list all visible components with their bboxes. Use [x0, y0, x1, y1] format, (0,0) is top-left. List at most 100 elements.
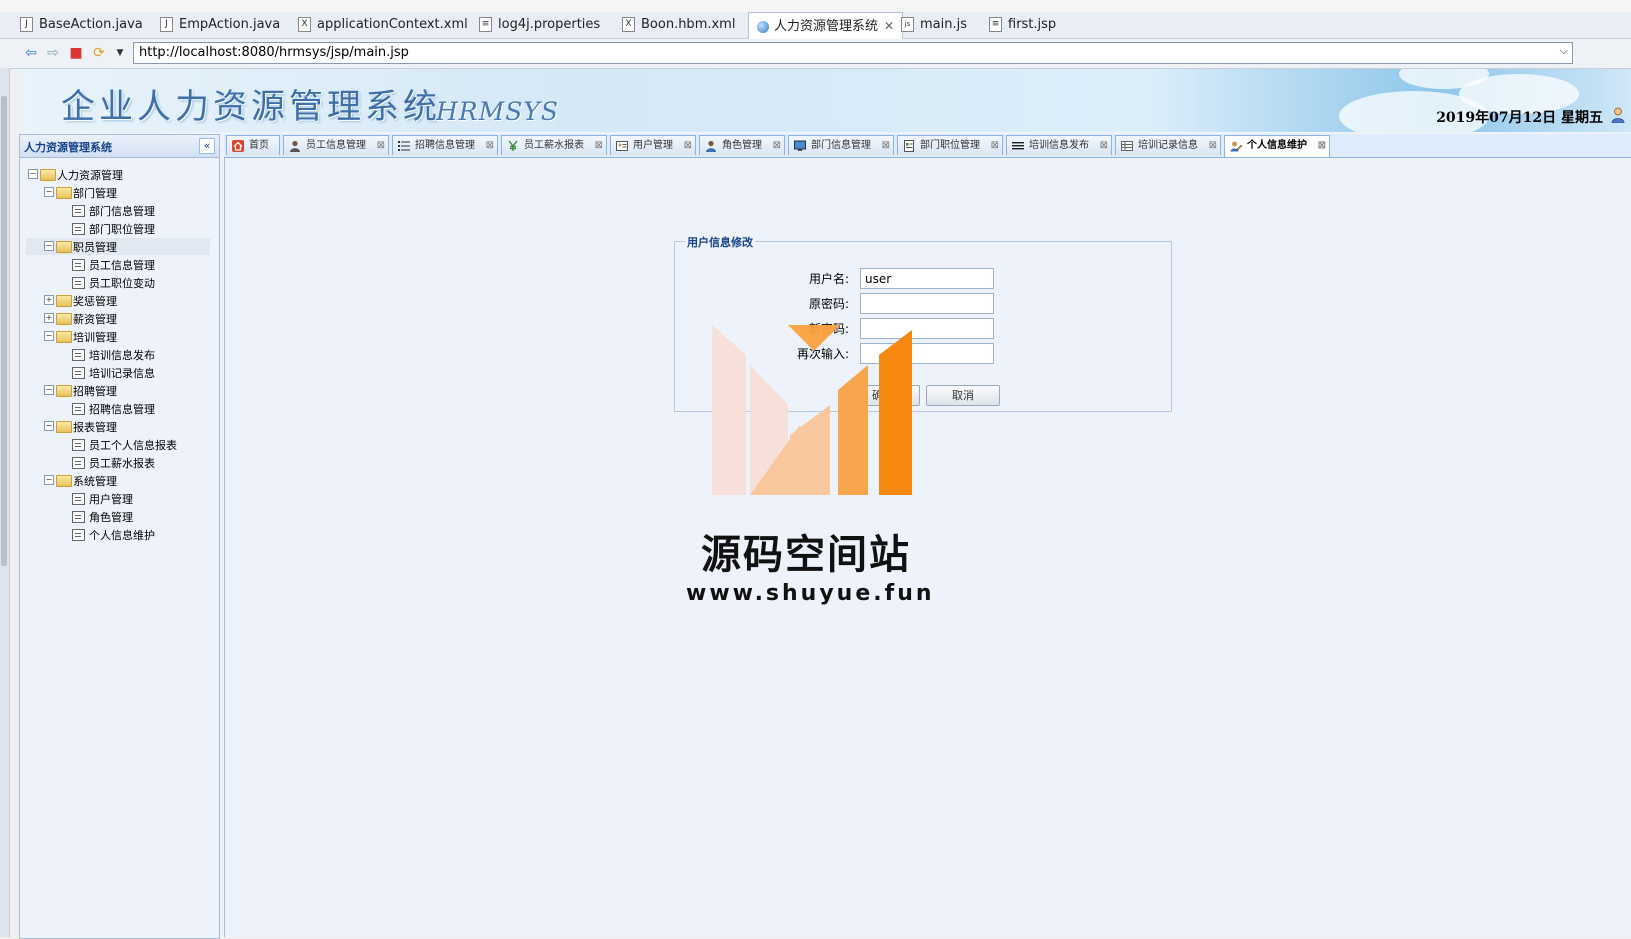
- old-password-input[interactable]: [860, 293, 994, 314]
- page-icon: [72, 349, 85, 361]
- collapse-icon[interactable]: −: [44, 331, 54, 341]
- tab-role-manage[interactable]: 角色管理 ⊠: [699, 135, 785, 155]
- tab-dept-info[interactable]: 部门信息管理 ⊠: [788, 135, 894, 155]
- home-icon: [232, 140, 244, 152]
- tab-personal-info[interactable]: 个人信息维护 ⊠: [1224, 135, 1330, 157]
- user-icon[interactable]: [1611, 107, 1625, 123]
- close-icon[interactable]: ⊠: [991, 136, 999, 156]
- banner-subtitle: HRMSYS: [436, 97, 559, 126]
- expand-icon[interactable]: +: [44, 295, 54, 305]
- tab-user-manage[interactable]: 用户管理 ⊠: [610, 135, 696, 155]
- collapse-icon[interactable]: −: [44, 475, 54, 485]
- properties-file-icon: ≡: [479, 17, 492, 32]
- page-icon: [72, 205, 85, 217]
- back-icon[interactable]: ⇦: [22, 44, 40, 62]
- editor-tab-label: applicationContext.xml: [317, 17, 468, 32]
- page-icon: [72, 457, 85, 469]
- java-file-icon: J: [20, 17, 33, 32]
- tree-node-label: 部门管理: [73, 187, 117, 200]
- history-dropdown-icon[interactable]: ▼: [111, 44, 129, 62]
- collapse-icon[interactable]: −: [28, 169, 38, 179]
- tab-label: 用户管理: [633, 140, 673, 151]
- watermark-bar: [712, 325, 746, 495]
- close-icon[interactable]: ⊠: [882, 136, 890, 156]
- editor-tab-baseaction[interactable]: J BaseAction.java: [20, 12, 143, 38]
- tab-dept-position[interactable]: 部门职位管理 ⊠: [897, 135, 1003, 155]
- forward-icon[interactable]: ⇨: [44, 44, 62, 62]
- tree-node-label: 角色管理: [89, 511, 133, 524]
- editor-tab-label: log4j.properties: [498, 17, 601, 32]
- editor-tab-mainjs[interactable]: js main.js: [901, 12, 967, 38]
- collapse-icon[interactable]: −: [44, 385, 54, 395]
- editor-tab-boon[interactable]: X Boon.hbm.xml: [622, 12, 735, 38]
- tab-home[interactable]: 首页: [226, 135, 280, 155]
- tree-node[interactable]: − 职员管理: [26, 238, 210, 255]
- tree-node-label: 员工职位变动: [89, 277, 155, 290]
- watermark-bar: [790, 405, 830, 495]
- tree-node-label: 职员管理: [73, 241, 117, 254]
- collapse-icon[interactable]: −: [44, 421, 54, 431]
- close-icon[interactable]: ⊠: [1209, 136, 1217, 156]
- close-icon[interactable]: ⊠: [684, 136, 692, 156]
- tree-node-label: 人力资源管理: [57, 169, 123, 182]
- editor-tab-firstjsp[interactable]: ≡ first.jsp: [989, 12, 1056, 38]
- user-card-icon: [616, 141, 628, 151]
- monitor-icon: [794, 140, 806, 151]
- chevron-down-icon[interactable]: ⌵: [1560, 44, 1568, 58]
- collapse-icon[interactable]: −: [44, 241, 54, 251]
- close-icon[interactable]: ⊠: [1100, 136, 1108, 156]
- folder-icon: [56, 475, 72, 487]
- tab-recruit-info[interactable]: 招聘信息管理 ⊠: [392, 135, 498, 155]
- editor-tab-label: first.jsp: [1008, 17, 1057, 32]
- old-password-label: 原密码:: [808, 297, 849, 311]
- close-icon[interactable]: ⊠: [773, 136, 781, 156]
- text-icon: [1012, 142, 1024, 150]
- collapse-icon[interactable]: −: [44, 187, 54, 197]
- editor-tab-log4j[interactable]: ≡ log4j.properties: [479, 12, 600, 38]
- editor-tab-hrm-browser[interactable]: 人力资源管理系统 ✕: [748, 12, 904, 39]
- tree-node-label: 部门职位管理: [89, 223, 155, 236]
- folder-icon: [56, 313, 72, 325]
- tree-node-label: 薪资管理: [73, 313, 117, 326]
- form-legend: 用户信息修改: [685, 234, 755, 250]
- edit-user-icon: [1230, 141, 1242, 152]
- url-bar[interactable]: http://localhost:8080/hrmsys/jsp/main.js…: [133, 42, 1573, 64]
- ide-title-strip: [0, 0, 1631, 12]
- editor-tab-strip: J BaseAction.java J EmpAction.java Xapplic…: [0, 12, 1631, 39]
- editor-tab-label: Boon.hbm.xml: [641, 17, 736, 32]
- document-icon: [904, 140, 914, 152]
- jsp-file-icon: ≡: [989, 17, 1002, 32]
- close-icon[interactable]: ⊠: [486, 136, 494, 156]
- banner: 企业人力资源管理系统 HRMSYS 2019年07月12日 星期五: [19, 69, 1631, 132]
- tab-employee-info[interactable]: 员工信息管理 ⊠: [283, 135, 389, 155]
- username-label: 用户名:: [808, 272, 849, 286]
- tree-node-label: 招聘管理: [73, 385, 117, 398]
- close-icon[interactable]: ⊠: [377, 136, 385, 156]
- tab-bar: 首页 员工信息管理 ⊠ 招聘信息管理 ⊠ 员工薪水报表 ⊠ 用户管理 ⊠ 角色管理 ⊠ 部…: [224, 134, 1631, 158]
- editor-tab-appcontext[interactable]: XapplicationContext.xml: [298, 12, 468, 38]
- editor-tab-empaction[interactable]: J EmpAction.java: [160, 12, 280, 38]
- tab-training-publish[interactable]: 培训信息发布 ⊠: [1006, 135, 1112, 155]
- tab-label: 个人信息维护: [1247, 140, 1307, 151]
- refresh-icon[interactable]: ⟳: [90, 44, 108, 62]
- tree-node-label: 员工个人信息报表: [89, 439, 177, 452]
- username-input[interactable]: [860, 268, 994, 289]
- close-icon[interactable]: ⊠: [595, 136, 603, 156]
- tab-salary-report[interactable]: 员工薪水报表 ⊠: [501, 135, 607, 155]
- close-icon[interactable]: ✕: [884, 19, 894, 33]
- close-icon[interactable]: ⊠: [1318, 136, 1326, 156]
- tab-label: 部门职位管理: [920, 140, 980, 151]
- folder-icon: [40, 169, 56, 181]
- editor-tab-label: BaseAction.java: [39, 17, 143, 32]
- editor-tab-label: EmpAction.java: [179, 17, 281, 32]
- stop-icon[interactable]: ■: [67, 44, 85, 62]
- nav-header: 人力资源管理系统 «: [20, 135, 219, 158]
- tree-node-label: 培训管理: [73, 331, 117, 344]
- expand-icon[interactable]: +: [44, 313, 54, 323]
- tree-node-label: 员工薪水报表: [89, 457, 155, 470]
- folder-icon: [56, 385, 72, 397]
- collapse-button[interactable]: «: [199, 138, 215, 154]
- table-icon: [1121, 141, 1133, 151]
- scrollbar-thumb[interactable]: [1, 96, 7, 566]
- tab-training-record[interactable]: 培训记录信息 ⊠: [1115, 135, 1221, 155]
